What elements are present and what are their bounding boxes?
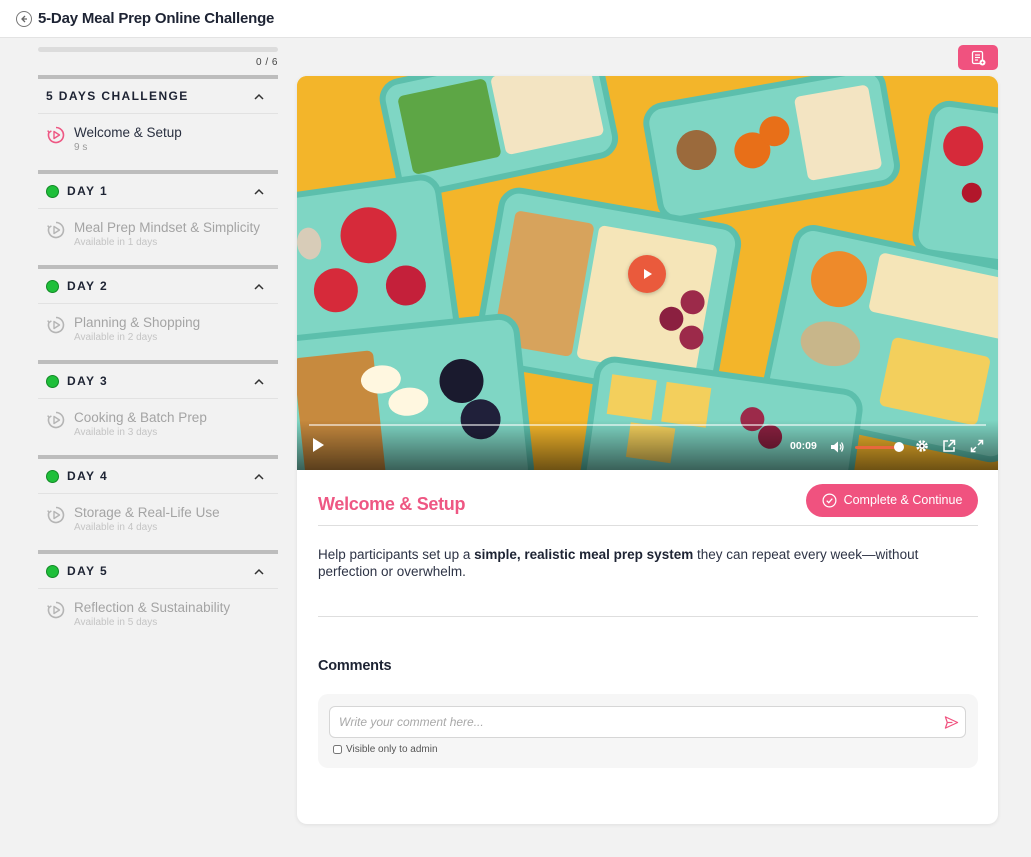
lesson-meta: Available in 3 days bbox=[74, 427, 158, 438]
lesson-item[interactable]: Storage & Real-Life Use Available in 4 da… bbox=[38, 494, 278, 544]
settings-button[interactable] bbox=[915, 439, 929, 458]
page-title: 5-Day Meal Prep Online Challenge bbox=[38, 10, 275, 27]
chevron-up-icon[interactable] bbox=[254, 283, 264, 290]
chevron-up-icon[interactable] bbox=[254, 188, 264, 195]
lesson-name: Cooking & Batch Prep bbox=[74, 410, 207, 425]
sidebar-section: DAY 2 Planning & Shopping Available in 2 d… bbox=[38, 265, 278, 354]
fullscreen-button[interactable] bbox=[970, 439, 984, 458]
lesson-meta: 9 s bbox=[74, 142, 88, 153]
lesson-name: Meal Prep Mindset & Simplicity bbox=[74, 220, 261, 235]
video-time: 00:09 bbox=[790, 440, 817, 452]
fullscreen-icon bbox=[970, 439, 984, 453]
section-header[interactable]: 5 DAYS CHALLENGE bbox=[38, 79, 278, 114]
lesson-item[interactable]: Cooking & Batch Prep Available in 3 days bbox=[38, 399, 278, 449]
lesson-meta: Available in 2 days bbox=[74, 332, 158, 343]
lesson-name: Reflection & Sustainability bbox=[74, 600, 231, 615]
course-sidebar: 0 / 6 5 DAYS CHALLENGE Welcome & Setup 9 s… bbox=[38, 38, 278, 639]
volume-button[interactable] bbox=[830, 440, 845, 459]
chevron-up-icon[interactable] bbox=[254, 473, 264, 480]
lesson-item[interactable]: Planning & Shopping Available in 2 days bbox=[38, 304, 278, 354]
notes-button[interactable] bbox=[958, 45, 998, 70]
volume-slider-knob[interactable] bbox=[894, 442, 904, 452]
completed-status-icon bbox=[46, 374, 59, 388]
section-title: DAY 4 bbox=[67, 469, 109, 483]
lesson-meta: Available in 1 days bbox=[74, 237, 158, 248]
replay-play-icon bbox=[46, 220, 66, 240]
completed-status-icon bbox=[46, 279, 59, 293]
play-button[interactable] bbox=[311, 437, 325, 458]
popout-button[interactable] bbox=[942, 439, 956, 458]
comment-input[interactable] bbox=[329, 706, 966, 738]
external-link-icon bbox=[943, 439, 956, 452]
section-title: 5 DAYS CHALLENGE bbox=[46, 89, 189, 103]
complete-continue-label: Complete & Continue bbox=[843, 493, 963, 507]
section-header[interactable]: DAY 2 bbox=[38, 269, 278, 304]
sidebar-section: 5 DAYS CHALLENGE Welcome & Setup 9 s bbox=[38, 75, 278, 164]
lesson-name: Welcome & Setup bbox=[74, 125, 182, 140]
divider bbox=[318, 616, 978, 617]
section-title: DAY 3 bbox=[67, 374, 109, 388]
comment-composer: Visible only to admin bbox=[318, 694, 978, 768]
back-icon[interactable] bbox=[16, 10, 32, 27]
notes-icon bbox=[971, 50, 986, 65]
volume-icon bbox=[831, 441, 844, 453]
sidebar-section: DAY 4 Storage & Real-Life Use Available in… bbox=[38, 455, 278, 544]
section-header[interactable]: DAY 3 bbox=[38, 364, 278, 399]
video-player[interactable]: 00:09 bbox=[297, 76, 998, 470]
lesson-meta: Available in 4 days bbox=[74, 522, 158, 533]
send-icon[interactable] bbox=[944, 715, 959, 730]
comments-heading: Comments bbox=[318, 658, 392, 674]
chevron-up-icon[interactable] bbox=[254, 378, 264, 385]
completed-status-icon bbox=[46, 469, 59, 483]
course-progress-bar bbox=[38, 47, 278, 52]
lesson-meta: Available in 5 days bbox=[74, 617, 158, 628]
sidebar-section: DAY 3 Cooking & Batch Prep Available in 3 … bbox=[38, 360, 278, 449]
lesson-card: 00:09 Welcome & Setup Complete & Continu… bbox=[297, 76, 998, 824]
visible-only-admin-checkbox[interactable] bbox=[333, 745, 342, 754]
check-circle-icon bbox=[822, 493, 837, 507]
video-controls: 00:09 bbox=[297, 420, 998, 470]
lesson-description: Help participants set up a simple, reali… bbox=[318, 546, 968, 580]
replay-play-icon bbox=[46, 410, 66, 430]
description-bold-text: simple, realistic meal prep system bbox=[474, 547, 694, 562]
section-title: DAY 1 bbox=[67, 184, 109, 198]
play-icon bbox=[313, 438, 324, 452]
top-bar: 5-Day Meal Prep Online Challenge bbox=[0, 0, 1031, 38]
lesson-title: Welcome & Setup bbox=[318, 494, 466, 514]
replay-play-icon bbox=[46, 125, 66, 145]
completed-status-icon bbox=[46, 184, 59, 198]
replay-play-icon bbox=[46, 505, 66, 525]
visible-only-admin-option[interactable]: Visible only to admin bbox=[333, 744, 438, 755]
video-seek-bar[interactable] bbox=[309, 424, 986, 426]
replay-play-icon bbox=[46, 315, 66, 335]
sidebar-section: DAY 5 Reflection & Sustainability Availabl… bbox=[38, 550, 278, 639]
gear-icon bbox=[916, 440, 928, 452]
chevron-up-icon[interactable] bbox=[254, 568, 264, 575]
section-title: DAY 2 bbox=[67, 279, 109, 293]
play-icon bbox=[644, 269, 652, 279]
play-overlay-button[interactable] bbox=[628, 255, 666, 293]
lesson-header: Welcome & Setup Complete & Continue bbox=[318, 483, 978, 526]
sidebar-section: DAY 1 Meal Prep Mindset & Simplicity Avail… bbox=[38, 170, 278, 259]
lesson-name: Planning & Shopping bbox=[74, 315, 201, 330]
visible-only-admin-label: Visible only to admin bbox=[346, 744, 438, 755]
replay-play-icon bbox=[46, 600, 66, 620]
section-title: DAY 5 bbox=[67, 564, 109, 578]
lesson-name: Storage & Real-Life Use bbox=[74, 505, 220, 520]
description-text: Help participants set up a bbox=[318, 547, 475, 562]
section-header[interactable]: DAY 1 bbox=[38, 174, 278, 209]
lesson-item[interactable]: Meal Prep Mindset & Simplicity Available … bbox=[38, 209, 278, 259]
lesson-item[interactable]: Welcome & Setup 9 s bbox=[38, 114, 278, 164]
chevron-up-icon[interactable] bbox=[254, 93, 264, 100]
completed-status-icon bbox=[46, 564, 59, 578]
complete-continue-button[interactable]: Complete & Continue bbox=[806, 483, 978, 517]
section-header[interactable]: DAY 4 bbox=[38, 459, 278, 494]
lesson-item[interactable]: Reflection & Sustainability Available in … bbox=[38, 589, 278, 639]
course-progress-text: 0 / 6 bbox=[256, 57, 278, 68]
section-header[interactable]: DAY 5 bbox=[38, 554, 278, 589]
